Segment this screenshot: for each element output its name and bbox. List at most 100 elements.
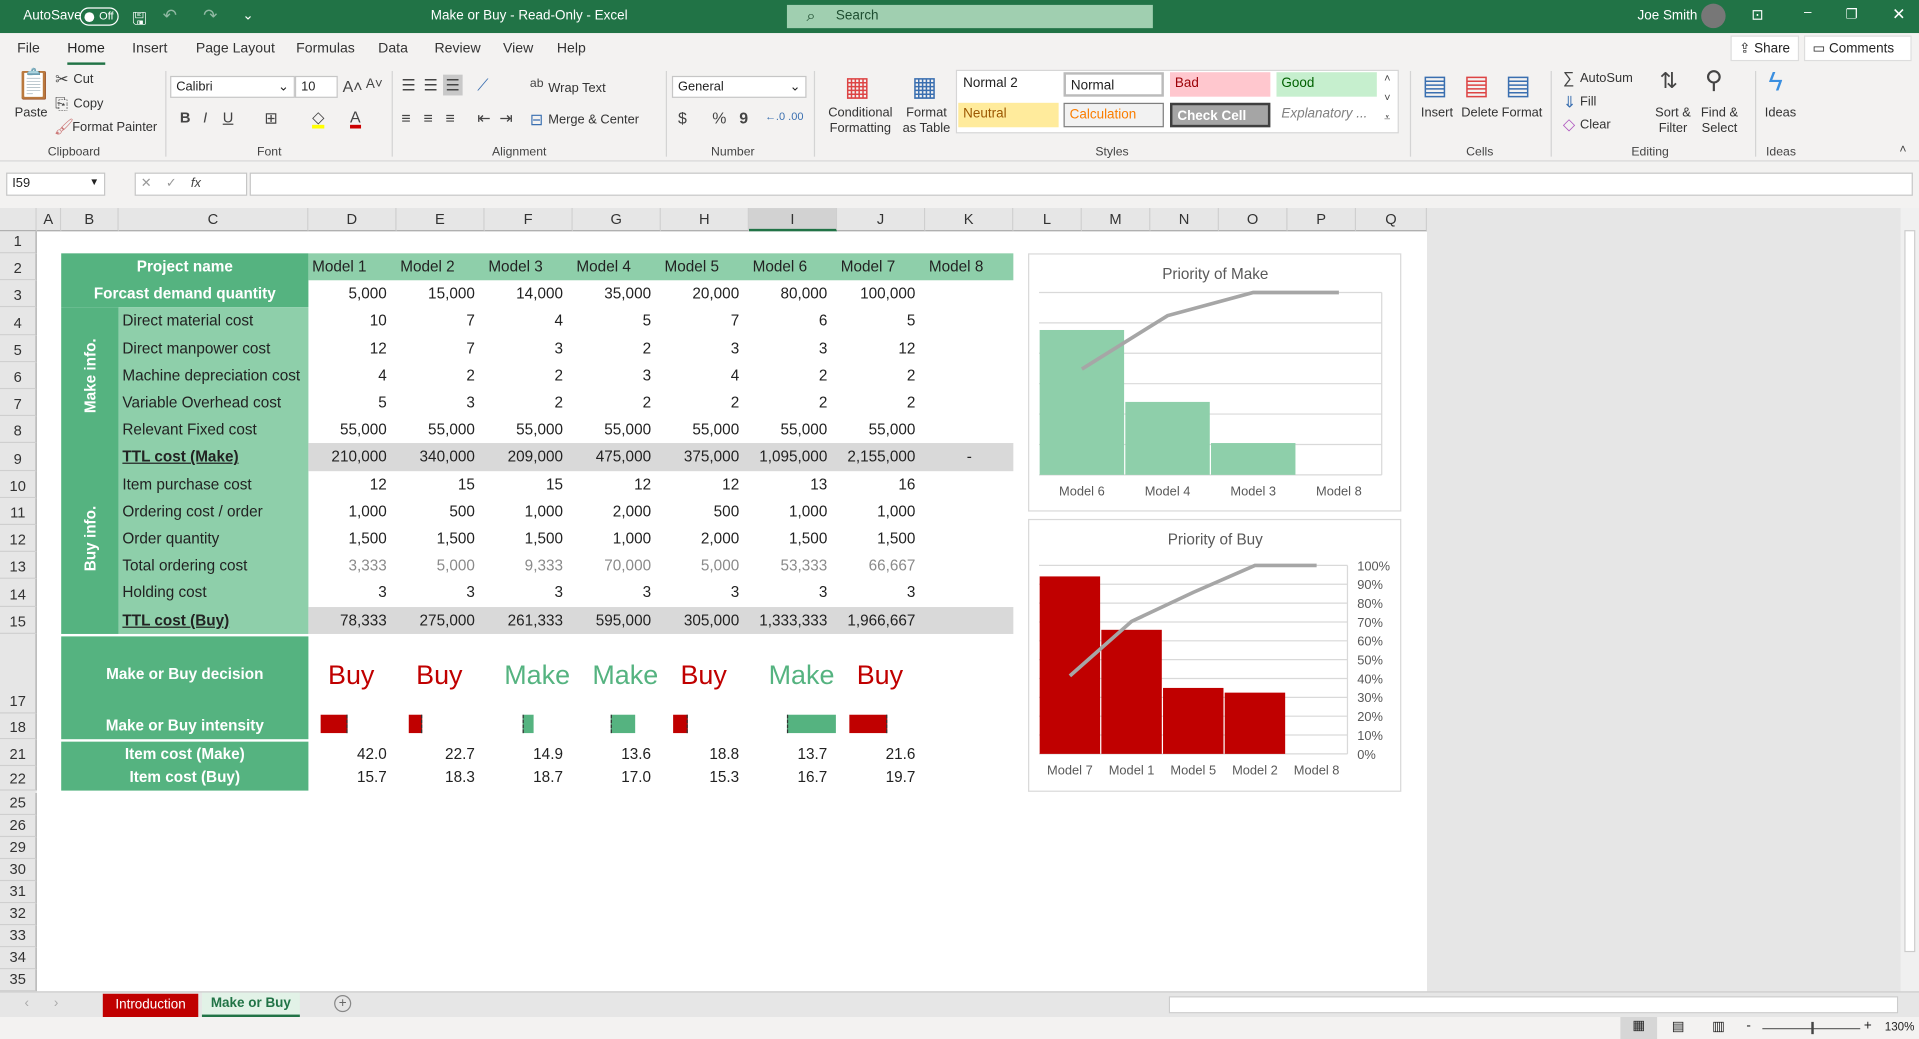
row-header-17[interactable]: 17 (0, 633, 37, 714)
row-header-13[interactable]: 13 (0, 552, 37, 580)
share-button[interactable]: ⇪ Share (1730, 35, 1800, 62)
row-header-25[interactable]: 25 (0, 793, 37, 816)
font-size-select[interactable]: 10 (294, 75, 338, 98)
comments-button[interactable]: ▭ Comments (1803, 35, 1912, 62)
row-header-11[interactable]: 11 (0, 497, 37, 526)
row-header-5[interactable]: 5 (0, 334, 37, 362)
insert-button[interactable]: Insert (1421, 105, 1453, 120)
row-header-2[interactable]: 2 (0, 253, 37, 281)
column-header-k[interactable]: K (925, 208, 1014, 232)
row-header-18[interactable]: 18 (0, 713, 37, 740)
style-neutral[interactable]: Neutral (958, 102, 1059, 128)
style-explanatory[interactable]: Explanatory ... (1276, 103, 1376, 127)
column-header-o[interactable]: O (1218, 208, 1288, 232)
zoom-out-button[interactable]: - (1746, 1018, 1750, 1033)
conditional-formatting-button[interactable]: Conditional Formatting (825, 105, 896, 137)
copy-button[interactable]: Copy (73, 97, 103, 112)
customize-qat-icon[interactable]: ⌄ (242, 7, 253, 24)
ribbon-display-icon[interactable]: ⊡ (1751, 6, 1763, 23)
formula-input[interactable] (249, 172, 1913, 196)
increase-decimal-icon[interactable]: ←.0 (765, 111, 785, 122)
column-header-h[interactable]: H (660, 208, 749, 232)
row-header-22[interactable]: 22 (0, 766, 37, 791)
number-format-select[interactable]: General ⌄ (671, 75, 807, 98)
zoom-in-button[interactable]: + (1864, 1018, 1872, 1033)
italic-button[interactable]: I (203, 110, 207, 125)
column-header-l[interactable]: L (1013, 208, 1082, 232)
autosum-button[interactable]: AutoSum (1580, 71, 1633, 86)
redo-icon[interactable]: ↷ (203, 5, 217, 26)
row-header-29[interactable]: 29 (0, 837, 37, 860)
delete-button[interactable]: Delete (1461, 105, 1498, 120)
tab-file[interactable]: File (17, 42, 40, 57)
format-button[interactable]: Format (1502, 105, 1543, 120)
align-center-icon[interactable]: ≡ (423, 110, 432, 126)
tab-home[interactable]: Home (67, 42, 105, 65)
column-header-p[interactable]: P (1287, 208, 1357, 232)
prev-sheet-icon[interactable]: ‹ (24, 996, 28, 1011)
tab-page-layout[interactable]: Page Layout (196, 42, 275, 57)
column-header-i[interactable]: I (748, 208, 838, 232)
decrease-font-icon[interactable]: A˅ (366, 78, 383, 91)
paste-icon[interactable]: 📋 (16, 70, 53, 100)
style-normal-2[interactable]: Normal 2 (958, 72, 1059, 97)
page-break-view-icon[interactable]: ▥ (1712, 1018, 1725, 1034)
user-avatar[interactable] (1701, 3, 1726, 29)
orientation-icon[interactable]: ⟋ (477, 77, 488, 93)
sort-filter-button[interactable]: Sort & Filter (1652, 105, 1694, 137)
increase-indent-icon[interactable]: ⇥ (499, 110, 512, 126)
horizontal-scrollbar[interactable] (1168, 996, 1899, 1014)
percent-button[interactable]: % (712, 110, 726, 126)
column-header-f[interactable]: F (484, 208, 573, 232)
name-box[interactable]: I59 ▼ (6, 172, 106, 196)
row-header-26[interactable]: 26 (0, 815, 37, 838)
style-check-cell[interactable]: Check Cell (1170, 102, 1271, 128)
find-select-button[interactable]: Find & Select (1696, 105, 1743, 137)
borders-icon[interactable]: ⊞ (264, 110, 277, 126)
page-layout-view-icon[interactable]: ▤ (1672, 1018, 1685, 1034)
restore-icon[interactable]: ❐ (1846, 6, 1858, 22)
fill-button[interactable]: Fill (1580, 94, 1596, 109)
chart-priority-of-buy[interactable]: Priority of Buy Model 7 Model 1 Model 5 Mode… (1028, 518, 1402, 792)
gallery-scroll-up-icon[interactable]: ˄ (1384, 73, 1390, 84)
row-header-12[interactable]: 12 (0, 525, 37, 553)
underline-button[interactable]: U (223, 110, 234, 125)
chart-priority-of-make[interactable]: Priority of Make Model 6 Model 4 Model 3 Mod… (1028, 253, 1402, 512)
comma-button[interactable]: 9 (739, 110, 748, 126)
row-header-3[interactable]: 3 (0, 280, 37, 308)
column-header-e[interactable]: E (396, 208, 485, 232)
align-top-icon[interactable]: ☰ (401, 77, 415, 93)
sheet-tab-make-or-buy[interactable]: Make or Buy (201, 992, 300, 1018)
clear-button[interactable]: Clear (1580, 117, 1611, 132)
minimize-icon[interactable]: – (1804, 5, 1811, 20)
column-header-d[interactable]: D (308, 208, 397, 232)
format-painter-button[interactable]: Format Painter (72, 120, 157, 135)
column-header-j[interactable]: J (837, 208, 926, 232)
currency-button[interactable]: $ (678, 110, 687, 126)
autosave-toggle[interactable]: Off (79, 7, 119, 26)
style-calculation[interactable]: Calculation (1063, 102, 1164, 128)
sheet-tab-introduction[interactable]: Introduction (102, 993, 199, 1018)
close-icon[interactable]: ✕ (1892, 5, 1905, 25)
tab-help[interactable]: Help (557, 42, 586, 57)
vertical-scrollbar[interactable] (1900, 208, 1919, 992)
column-header-b[interactable]: B (61, 208, 119, 232)
row-header-15[interactable]: 15 (0, 606, 37, 634)
column-header-c[interactable]: C (118, 208, 309, 232)
align-right-icon[interactable]: ≡ (445, 110, 454, 126)
decrease-indent-icon[interactable]: ⇤ (477, 110, 490, 126)
tab-data[interactable]: Data (378, 42, 408, 57)
tab-formulas[interactable]: Formulas (296, 42, 355, 57)
merge-center-button[interactable]: Merge & Center (548, 113, 639, 128)
row-header-21[interactable]: 21 (0, 739, 37, 767)
gallery-more-icon[interactable]: ⩡ (1384, 112, 1390, 124)
user-name[interactable]: Joe Smith (1638, 9, 1698, 24)
save-icon[interactable]: 🖫 (132, 6, 147, 35)
row-header-14[interactable]: 14 (0, 579, 37, 607)
wrap-text-button[interactable]: Wrap Text (548, 81, 605, 96)
zoom-slider-thumb[interactable] (1811, 1021, 1814, 1035)
style-bad[interactable]: Bad (1170, 72, 1271, 97)
zoom-level[interactable]: 130% (1885, 1021, 1915, 1034)
row-header-30[interactable]: 30 (0, 859, 37, 882)
row-header-1[interactable]: 1 (0, 231, 37, 254)
